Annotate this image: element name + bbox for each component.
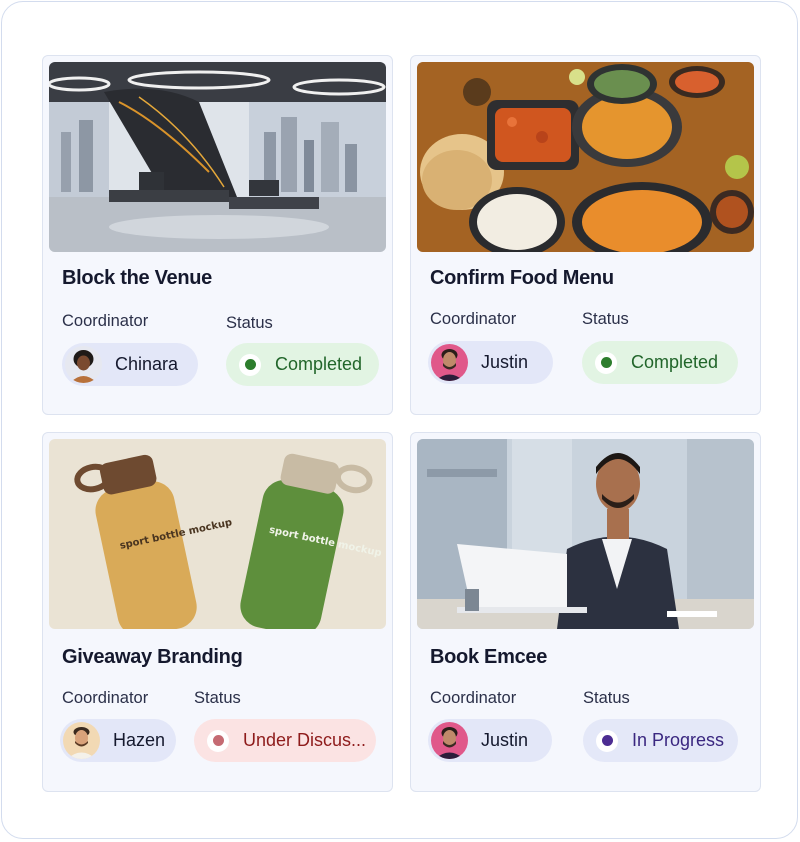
status-text: Completed: [631, 352, 719, 372]
status-chip[interactable]: In Progress: [583, 719, 738, 762]
coordinator-label: Coordinator: [430, 689, 517, 707]
coordinator-label: Coordinator: [430, 310, 517, 328]
status-dot-icon: [600, 357, 612, 368]
emcee-image: [417, 439, 754, 629]
coordinator-name: Chinara: [115, 354, 179, 374]
avatar: [63, 722, 100, 759]
avatar: [431, 344, 468, 381]
status-text: In Progress: [632, 730, 725, 750]
coordinator-name: Justin: [481, 352, 529, 372]
avatar: [65, 346, 102, 383]
task-card-food-menu[interactable]: Confirm Food Menu Coordinator Status Jus…: [410, 55, 761, 415]
status-label: Status: [226, 314, 273, 332]
status-chip[interactable]: Completed: [582, 341, 738, 384]
task-title: Block the Venue: [62, 267, 212, 289]
status-dot-icon: [601, 735, 613, 746]
status-label: Status: [582, 310, 629, 328]
task-title: Giveaway Branding: [62, 646, 243, 668]
status-text: Completed: [275, 354, 363, 374]
status-dot-icon: [244, 359, 256, 370]
status-chip[interactable]: Completed: [226, 343, 379, 386]
status-label: Status: [194, 689, 241, 707]
task-title: Book Emcee: [430, 646, 548, 668]
task-card-block-venue[interactable]: Block the Venue Coordinator Status China…: [42, 55, 393, 415]
task-card-giveaway-branding[interactable]: sport bottle mockup sport bottle mockup …: [42, 432, 393, 792]
coordinator-name: Justin: [481, 730, 529, 750]
avatar: [431, 722, 468, 759]
coordinator-name: Hazen: [113, 730, 166, 750]
coordinator-chip[interactable]: Justin: [428, 341, 553, 384]
task-title: Confirm Food Menu: [430, 267, 614, 289]
coordinator-chip[interactable]: Chinara: [62, 343, 198, 386]
task-card-book-emcee[interactable]: Book Emcee Coordinator Status Justin In …: [410, 432, 761, 792]
bottles-image: sport bottle mockup sport bottle mockup: [49, 439, 386, 629]
venue-image: [49, 62, 386, 252]
status-chip[interactable]: Under Discus...: [194, 719, 376, 762]
coordinator-label: Coordinator: [62, 689, 149, 707]
status-label: Status: [583, 689, 630, 707]
status-dot-icon: [212, 735, 224, 746]
coordinator-chip[interactable]: Hazen: [60, 719, 176, 762]
status-text: Under Discus...: [243, 730, 367, 750]
task-board-frame: Block the Venue Coordinator Status China…: [1, 1, 798, 839]
coordinator-label: Coordinator: [62, 312, 149, 330]
coordinator-chip[interactable]: Justin: [428, 719, 552, 762]
food-image: [417, 62, 754, 252]
